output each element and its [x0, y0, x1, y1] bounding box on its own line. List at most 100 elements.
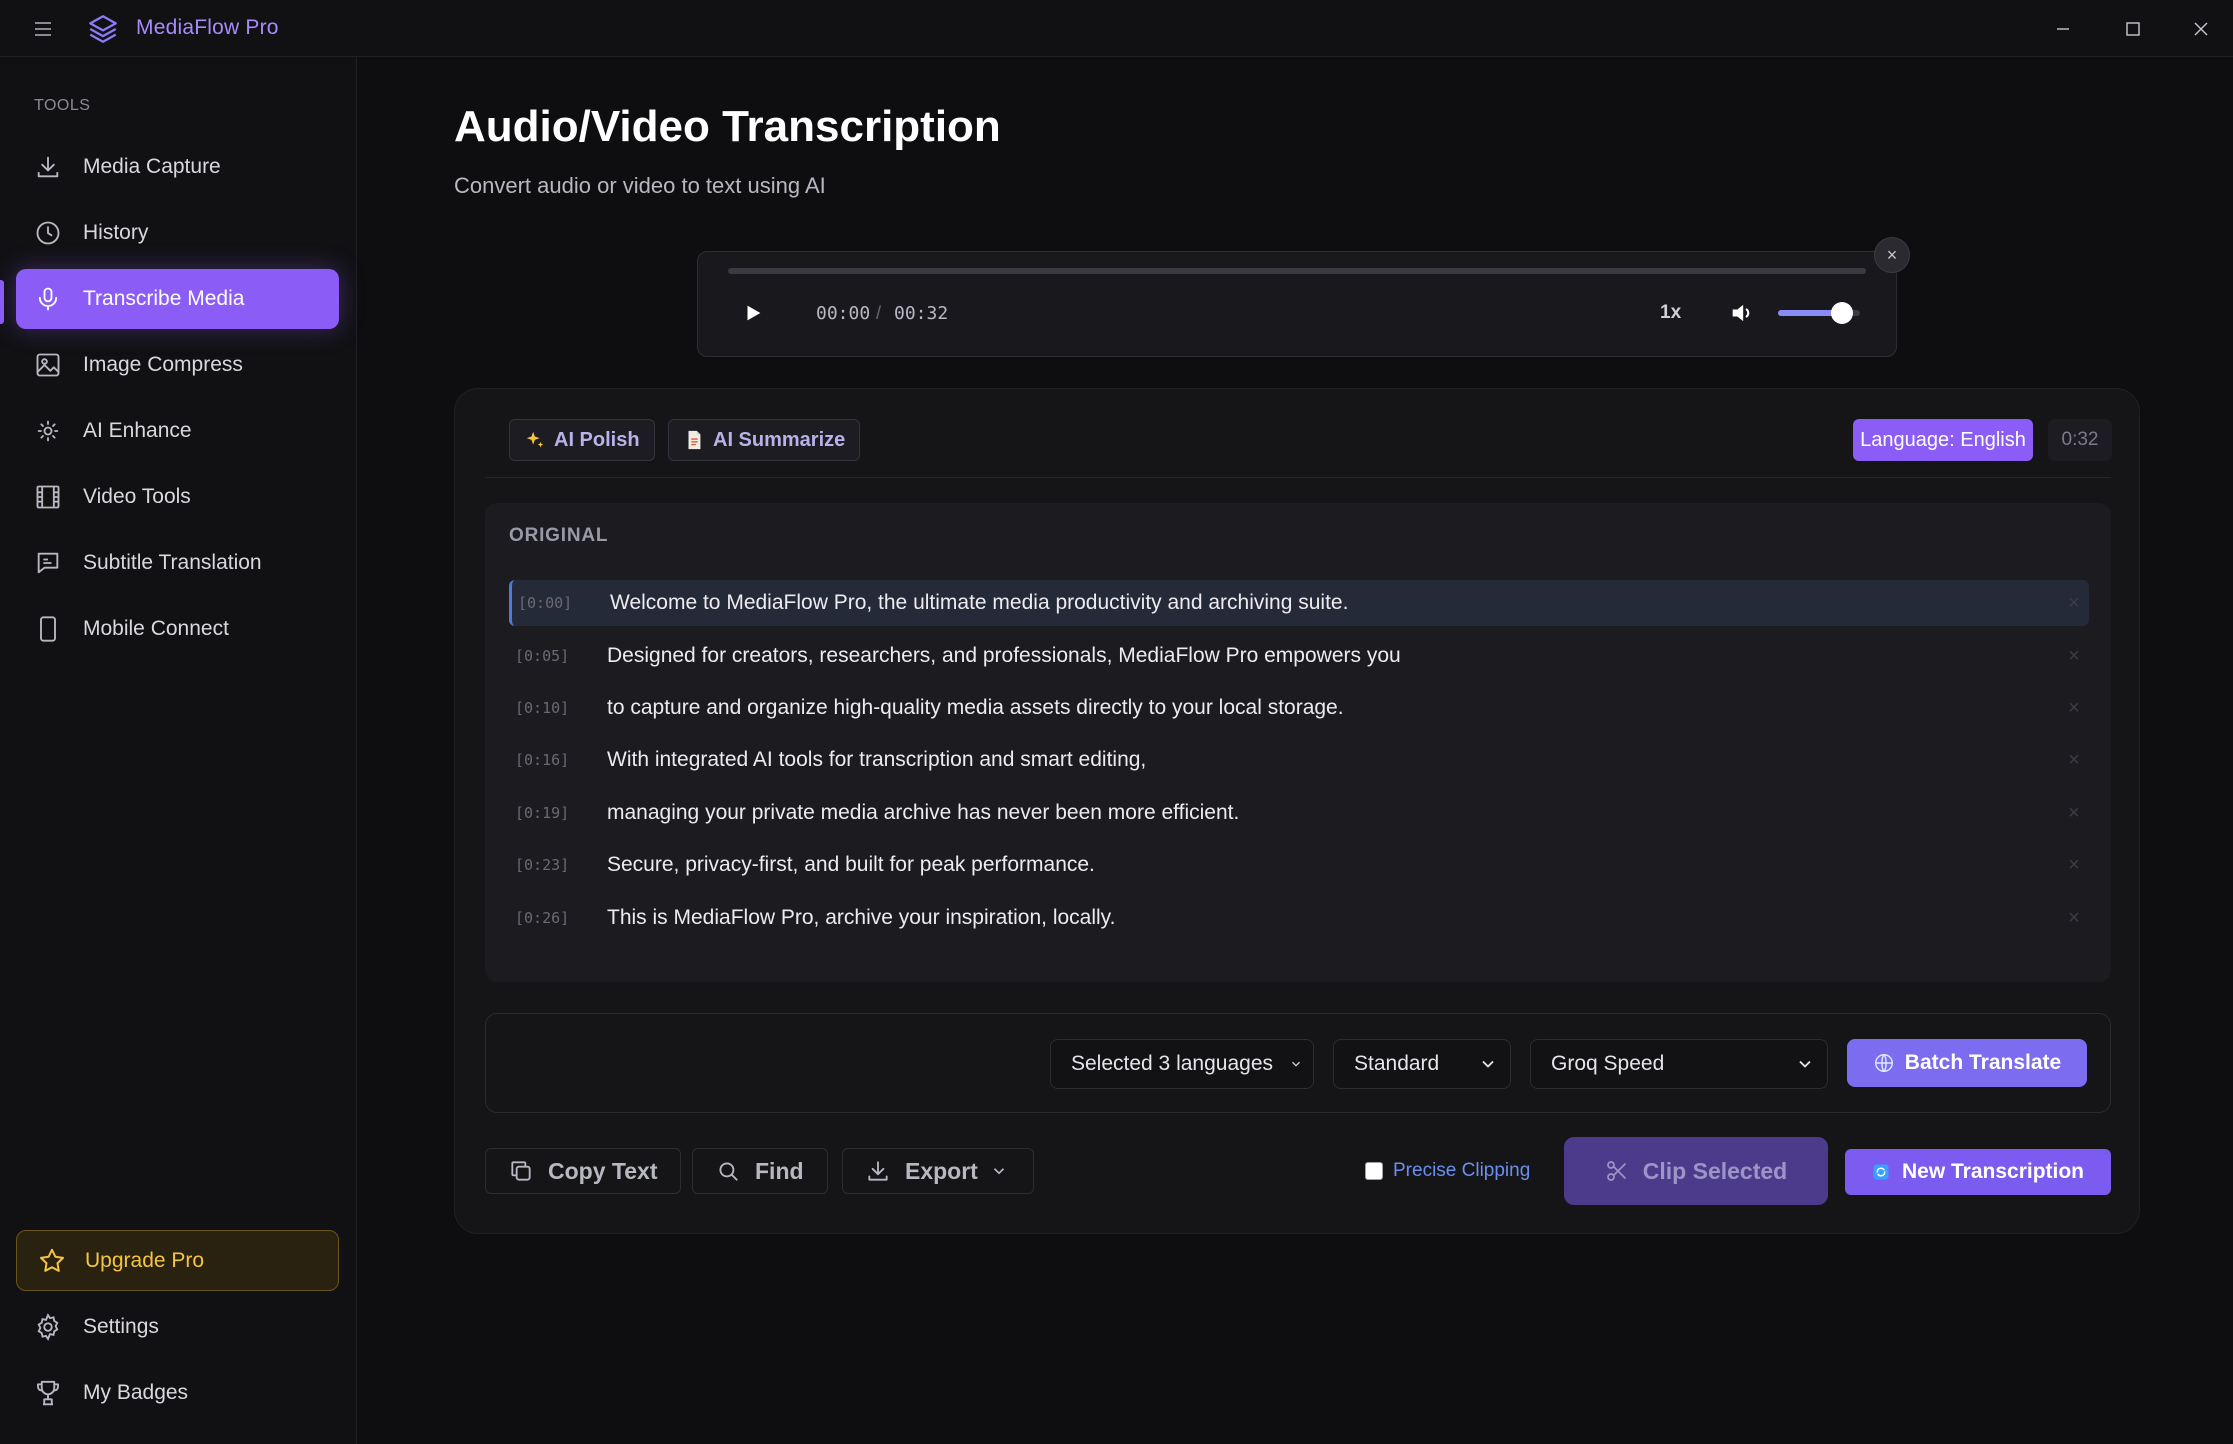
segment-timestamp[interactable]: [0:26] [509, 909, 607, 927]
delete-segment-icon[interactable]: × [2059, 907, 2089, 930]
sidebar-item-history[interactable]: History [16, 203, 339, 263]
title-bar: MediaFlow Pro [0, 0, 2233, 57]
delete-segment-icon[interactable]: × [2059, 697, 2089, 720]
transcript-segment[interactable]: [0:23] Secure, privacy-first, and built … [509, 842, 2089, 888]
find-button[interactable]: Find [692, 1148, 828, 1194]
transcript-segment[interactable]: [0:00] Welcome to MediaFlow Pro, the ult… [509, 580, 2089, 626]
clip-selected-button[interactable]: Clip Selected [1564, 1137, 1828, 1205]
sidebar-item-label: Media Capture [83, 155, 221, 178]
export-button[interactable]: Export [842, 1148, 1034, 1194]
sidebar-item-subtitle-translation[interactable]: Subtitle Translation [16, 533, 339, 593]
quality-select[interactable]: Standard [1333, 1039, 1511, 1089]
ai-summarize-button[interactable]: AI Summarize [668, 419, 861, 461]
close-player-button[interactable]: × [1874, 237, 1910, 273]
segment-text[interactable]: to capture and organize high-quality med… [607, 696, 2059, 720]
document-icon [683, 429, 705, 451]
scissors-icon [1605, 1159, 1629, 1183]
sparkles-icon [524, 429, 546, 451]
sidebar-item-media-capture[interactable]: Media Capture [16, 137, 339, 197]
sidebar-item-my-badges[interactable]: My Badges [16, 1363, 339, 1423]
segment-timestamp[interactable]: [0:05] [509, 647, 607, 665]
engine-select[interactable]: Groq Speed [1530, 1039, 1828, 1089]
app-title: MediaFlow Pro [136, 16, 279, 39]
segment-text[interactable]: Designed for creators, researchers, and … [607, 644, 2059, 668]
language-badge[interactable]: Language: English [1853, 419, 2033, 461]
find-label: Find [755, 1157, 804, 1184]
quality-select-value: Standard [1354, 1052, 1440, 1075]
copy-text-label: Copy Text [548, 1157, 658, 1184]
segment-timestamp[interactable]: [0:19] [509, 804, 607, 822]
clip-selected-label: Clip Selected [1642, 1157, 1788, 1184]
delete-segment-icon[interactable]: × [2059, 854, 2089, 877]
precise-clipping-checkbox[interactable] [1365, 1162, 1383, 1180]
minimize-icon[interactable] [2048, 14, 2078, 44]
clock-icon [33, 218, 63, 248]
new-transcription-button[interactable]: New Transcription [1845, 1149, 2111, 1195]
subtitle-icon [33, 548, 63, 578]
volume-handle[interactable] [1830, 302, 1853, 324]
segment-timestamp[interactable]: [0:16] [509, 751, 607, 769]
menu-icon[interactable] [30, 16, 56, 42]
sidebar-item-video-tools[interactable]: Video Tools [16, 467, 339, 527]
volume-slider[interactable] [1778, 302, 1860, 324]
segment-text[interactable]: Welcome to MediaFlow Pro, the ultimate m… [610, 591, 2059, 615]
media-player: 00:00 / 00:32 1x [697, 251, 1897, 357]
delete-segment-icon[interactable]: × [2059, 645, 2089, 668]
star-icon [37, 1246, 67, 1276]
sidebar-item-settings[interactable]: Settings [16, 1297, 339, 1357]
transcript-segment[interactable]: [0:10] to capture and organize high-qual… [509, 685, 2089, 731]
ai-polish-button[interactable]: AI Polish [509, 419, 655, 461]
sidebar-section-label: TOOLS [34, 97, 91, 114]
playback-speed-button[interactable]: 1x [1660, 302, 1681, 324]
sidebar-item-transcribe-media[interactable]: Transcribe Media [16, 269, 339, 329]
transcription-panel: AI Polish AI Summarize Language: English… [454, 388, 2140, 1234]
engine-select-value: Groq Speed [1551, 1052, 1665, 1075]
globe-icon [1873, 1052, 1895, 1074]
sidebar-item-ai-enhance[interactable]: AI Enhance [16, 401, 339, 461]
upgrade-pro-button[interactable]: Upgrade Pro [16, 1230, 339, 1291]
transcript-segment[interactable]: [0:16] With integrated AI tools for tran… [509, 737, 2089, 783]
segment-text[interactable]: Secure, privacy-first, and built for pea… [607, 853, 2059, 877]
delete-segment-icon[interactable]: × [2059, 592, 2089, 615]
segment-timestamp[interactable]: [0:00] [512, 594, 610, 612]
page-subtitle: Convert audio or video to text using AI [454, 173, 826, 198]
copy-text-button[interactable]: Copy Text [485, 1148, 681, 1194]
transcript-segment[interactable]: [0:05] Designed for creators, researcher… [509, 633, 2089, 679]
sidebar-item-label: History [83, 221, 149, 244]
segment-timestamp[interactable]: [0:10] [509, 699, 607, 717]
new-transcription-label: New Transcription [1901, 1160, 2085, 1183]
progress-bar[interactable] [728, 268, 1866, 274]
download-icon [865, 1158, 891, 1184]
volume-icon[interactable] [1728, 299, 1756, 327]
batch-translate-button[interactable]: Batch Translate [1847, 1039, 2087, 1087]
transcript-segment[interactable]: [0:26] This is MediaFlow Pro, archive yo… [509, 895, 2089, 941]
sidebar-item-mobile-connect[interactable]: Mobile Connect [16, 599, 339, 659]
languages-select[interactable]: Selected 3 languages [1050, 1039, 1314, 1089]
batch-translate-label: Batch Translate [1904, 1051, 2062, 1074]
layers-logo-icon [89, 15, 117, 43]
gear-icon [33, 1312, 63, 1342]
play-icon[interactable] [742, 302, 764, 324]
delete-segment-icon[interactable]: × [2059, 802, 2089, 825]
segment-text[interactable]: This is MediaFlow Pro, archive your insp… [607, 906, 2059, 930]
delete-segment-icon[interactable]: × [2059, 749, 2089, 772]
close-window-icon[interactable] [2186, 14, 2216, 44]
maximize-icon[interactable] [2118, 14, 2148, 44]
total-duration: 00:32 [894, 303, 949, 324]
download-icon [33, 152, 63, 182]
segment-text[interactable]: With integrated AI tools for transcripti… [607, 748, 2059, 772]
refresh-icon [1872, 1163, 1890, 1181]
chevron-down-icon [1292, 1061, 1300, 1067]
transcript-segment[interactable]: [0:19] managing your private media archi… [509, 790, 2089, 836]
chevron-down-icon [1799, 1060, 1811, 1068]
sidebar: TOOLS Media Capture History Transcribe M… [0, 57, 357, 1444]
sidebar-item-label: Settings [83, 1315, 159, 1338]
current-time: 00:00 [816, 303, 871, 324]
sidebar-item-label: Mobile Connect [83, 617, 229, 640]
segment-timestamp[interactable]: [0:23] [509, 856, 607, 874]
precise-clipping-label[interactable]: Precise Clipping [1393, 1160, 1530, 1182]
sidebar-item-image-compress[interactable]: Image Compress [16, 335, 339, 395]
time-separator: / [876, 303, 882, 323]
segment-text[interactable]: managing your private media archive has … [607, 801, 2059, 825]
sidebar-item-label: Subtitle Translation [83, 551, 262, 574]
